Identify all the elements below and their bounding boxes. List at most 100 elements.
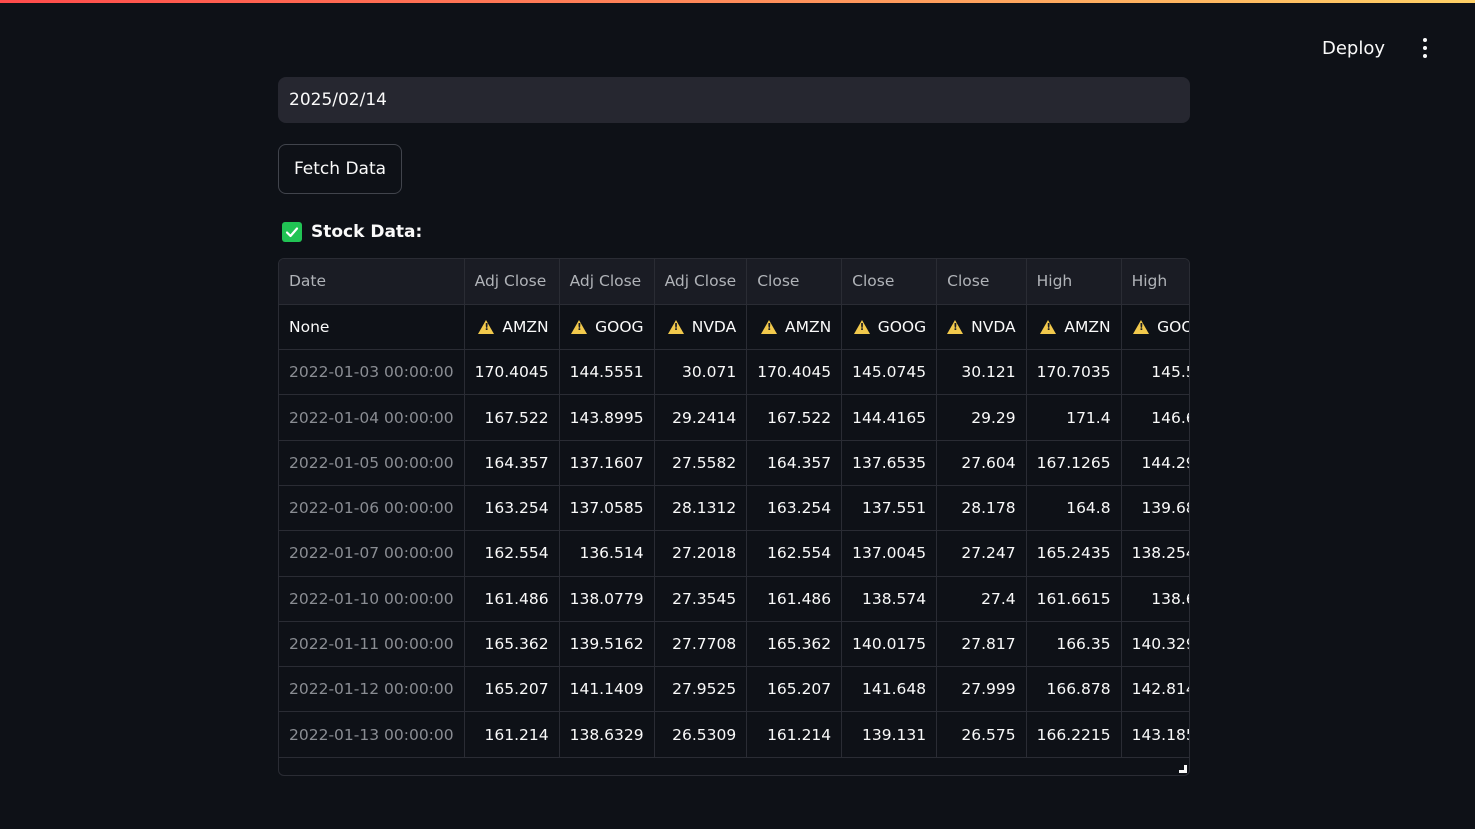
value-cell: 163.254 [464, 485, 560, 532]
value-cell: 28.1312 [654, 485, 748, 532]
more-vertical-icon[interactable] [1415, 30, 1435, 66]
column-header[interactable]: High [1121, 259, 1189, 305]
value-cell: 170.4045 [746, 349, 843, 396]
warning-icon [760, 320, 777, 335]
value-cell: 139.5162 [559, 621, 655, 668]
table-row[interactable]: 2022-01-03 00:00:00 170.4045 144.5551 30.07… [279, 349, 1189, 396]
value-cell: 138.0779 [559, 576, 655, 622]
value-cell: 140.0175 [841, 621, 938, 668]
value-cell: 162.554 [464, 530, 560, 577]
value-cell: 30.121 [936, 349, 1027, 396]
date-input[interactable]: 2025/02/14 [278, 77, 1190, 123]
fetch-data-button[interactable]: Fetch Data [278, 144, 402, 194]
value-cell: 137.6535 [841, 440, 938, 486]
value-cell: 170.4045 [464, 349, 560, 396]
column-header[interactable]: Close [936, 259, 1027, 305]
warning-icon [478, 320, 495, 335]
value-cell: 27.9525 [654, 666, 748, 713]
main-content: 2025/02/14 Fetch Data Stock Data: Date Ad… [278, 77, 1190, 776]
column-header[interactable]: Adj Close [654, 259, 748, 305]
value-cell: 27.4 [936, 576, 1027, 622]
table-row[interactable]: 2022-01-10 00:00:00 161.486 138.0779 27.354… [279, 576, 1189, 622]
table-row[interactable]: 2022-01-07 00:00:00 162.554 136.514 27.2018… [279, 530, 1189, 577]
value-cell: 167.1265 [1026, 440, 1122, 486]
warning-icon [853, 320, 870, 335]
value-cell: 138.6329 [559, 711, 655, 758]
value-cell: 139.131 [841, 711, 938, 758]
column-header[interactable]: Close [841, 259, 938, 305]
value-cell: 137.1607 [559, 440, 655, 486]
value-cell: 138.574 [841, 576, 938, 622]
value-cell: 166.2215 [1026, 711, 1122, 758]
ticker-label: AMZN [784, 317, 832, 336]
warning-icon [667, 320, 684, 335]
value-cell: 27.999 [936, 666, 1027, 713]
date-cell: 2022-01-03 00:00:00 [279, 349, 465, 396]
value-cell: 144.298 [1121, 440, 1189, 486]
table-row[interactable]: 2022-01-06 00:00:00 163.254 137.0585 28.131… [279, 485, 1189, 532]
column-header[interactable]: Adj Close [559, 259, 655, 305]
date-cell: 2022-01-10 00:00:00 [279, 576, 465, 622]
date-cell: 2022-01-13 00:00:00 [279, 711, 465, 758]
column-header[interactable]: High [1026, 259, 1122, 305]
ticker-cell: NVDA [654, 304, 748, 351]
value-cell: 164.357 [746, 440, 843, 486]
value-cell: 161.486 [464, 576, 560, 622]
value-cell: 143.8995 [559, 394, 655, 441]
status-text: Stock Data: [311, 222, 423, 242]
value-cell: 28.178 [936, 485, 1027, 532]
value-cell: 137.0045 [841, 530, 938, 577]
value-cell: 144.5551 [559, 349, 655, 396]
value-cell: 141.1409 [559, 666, 655, 713]
value-cell: 29.29 [936, 394, 1027, 441]
check-icon [282, 222, 302, 242]
value-cell: 161.214 [464, 711, 560, 758]
value-cell: 145.55 [1121, 349, 1189, 396]
column-header[interactable]: Close [746, 259, 843, 305]
column-header[interactable]: Date [279, 259, 465, 305]
resize-handle[interactable] [1179, 765, 1187, 773]
ticker-label: NVDA [971, 317, 1016, 336]
value-cell: 141.648 [841, 666, 938, 713]
warning-icon [571, 320, 588, 335]
stock-data-grid[interactable]: Date Adj Close Adj Close Adj Close Close Clos… [278, 258, 1190, 776]
value-cell: 161.214 [746, 711, 843, 758]
value-cell: 164.8 [1026, 485, 1122, 532]
top-decoration-bar [0, 0, 1475, 3]
date-cell: 2022-01-07 00:00:00 [279, 530, 465, 577]
value-cell: 26.5309 [654, 711, 748, 758]
ticker-label: NVDA [691, 317, 737, 336]
warning-icon [1133, 320, 1150, 335]
table-row[interactable]: 2022-01-12 00:00:00 165.207 141.1409 27.952… [279, 666, 1189, 713]
value-cell: 27.817 [936, 621, 1027, 668]
value-cell: 142.8143 [1121, 666, 1189, 713]
value-cell: 165.207 [464, 666, 560, 713]
table-row[interactable]: 2022-01-13 00:00:00 161.214 138.6329 26.530… [279, 711, 1189, 758]
value-cell: 137.0585 [559, 485, 655, 532]
value-cell: 144.4165 [841, 394, 938, 441]
value-cell: 27.604 [936, 440, 1027, 486]
table-row[interactable]: 2022-01-05 00:00:00 164.357 137.1607 27.558… [279, 440, 1189, 486]
value-cell: 164.357 [464, 440, 560, 486]
value-cell: 171.4 [1026, 394, 1122, 441]
warning-icon [947, 320, 964, 335]
table-row[interactable]: 2022-01-04 00:00:00 167.522 143.8995 29.241… [279, 394, 1189, 441]
deploy-button[interactable]: Deploy [1322, 38, 1385, 59]
value-cell: 138.2547 [1121, 530, 1189, 577]
value-cell: 145.0745 [841, 349, 938, 396]
date-cell: 2022-01-11 00:00:00 [279, 621, 465, 668]
value-cell: 161.6615 [1026, 576, 1122, 622]
value-cell: 167.522 [746, 394, 843, 441]
date-cell: 2022-01-12 00:00:00 [279, 666, 465, 713]
value-cell: 163.254 [746, 485, 843, 532]
table-row[interactable]: 2022-01-11 00:00:00 165.362 139.5162 27.770… [279, 621, 1189, 668]
index-subheader: None [279, 304, 465, 351]
value-cell: 140.3295 [1121, 621, 1189, 668]
value-cell: 165.362 [746, 621, 843, 668]
date-cell: 2022-01-06 00:00:00 [279, 485, 465, 532]
date-cell: 2022-01-05 00:00:00 [279, 440, 465, 486]
value-cell: 27.2018 [654, 530, 748, 577]
column-header[interactable]: Adj Close [464, 259, 560, 305]
value-cell: 165.362 [464, 621, 560, 668]
ticker-label: AMZN [1064, 317, 1111, 336]
